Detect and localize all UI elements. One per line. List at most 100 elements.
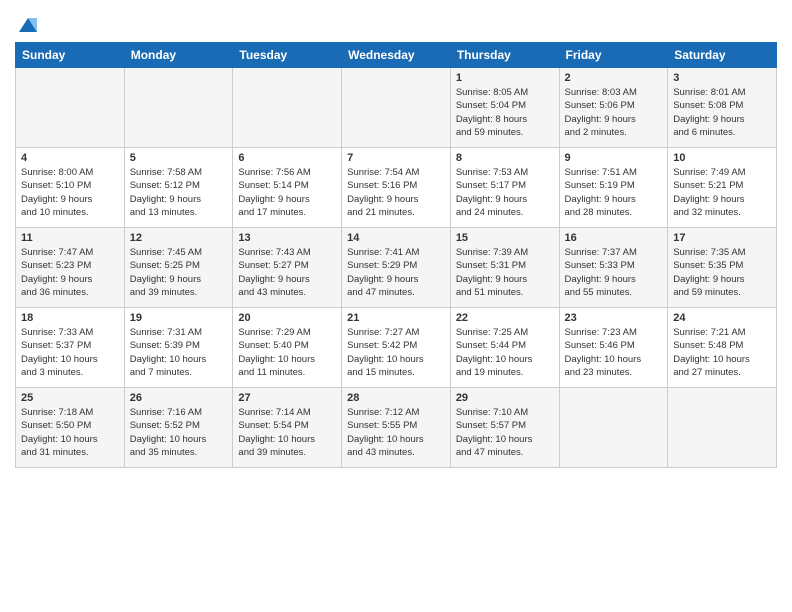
calendar-cell [16, 68, 125, 148]
calendar-cell: 16 Sunrise: 7:37 AM Sunset: 5:33 PM Dayli… [559, 228, 668, 308]
day-header-monday: Monday [124, 43, 233, 68]
calendar-cell: 24Sunrise: 7:21 AM Sunset: 5:48 PM Dayli… [668, 308, 777, 388]
day-info: Sunrise: 7:45 AM Sunset: 5:25 PM Dayligh… [130, 246, 228, 299]
day-header-thursday: Thursday [450, 43, 559, 68]
day-number: 24 [673, 312, 771, 324]
calendar-cell: 17 Sunrise: 7:35 AM Sunset: 5:35 PM Dayli… [668, 228, 777, 308]
day-number: 23 [565, 312, 663, 324]
day-number: 8 [456, 152, 554, 164]
day-number: 4 [21, 152, 119, 164]
day-info: Sunrise: 7:54 AM Sunset: 5:16 PM Dayligh… [347, 166, 445, 219]
day-info: Sunrise: 7:27 AM Sunset: 5:42 PM Dayligh… [347, 326, 445, 379]
day-number: 17 [673, 232, 771, 244]
day-info: Sunrise: 8:00 AM Sunset: 5:10 PM Dayligh… [21, 166, 119, 219]
calendar-cell: 2Sunrise: 8:03 AM Sunset: 5:06 PM Daylig… [559, 68, 668, 148]
calendar-cell: 12 Sunrise: 7:45 AM Sunset: 5:25 PM Dayli… [124, 228, 233, 308]
calendar-cell [668, 388, 777, 468]
calendar-cell: 14Sunrise: 7:41 AM Sunset: 5:29 PM Dayli… [342, 228, 451, 308]
calendar-week-row: 4 Sunrise: 8:00 AM Sunset: 5:10 PM Daylig… [16, 148, 777, 228]
day-number: 11 [21, 232, 119, 244]
logo-icon [17, 14, 39, 36]
calendar-cell: 5Sunrise: 7:58 AM Sunset: 5:12 PM Daylig… [124, 148, 233, 228]
logo [15, 14, 39, 34]
calendar-week-row: 25 Sunrise: 7:18 AM Sunset: 5:50 PM Dayli… [16, 388, 777, 468]
day-info: Sunrise: 7:51 AM Sunset: 5:19 PM Dayligh… [565, 166, 663, 219]
calendar-cell [559, 388, 668, 468]
calendar-cell: 13 Sunrise: 7:43 AM Sunset: 5:27 PM Dayli… [233, 228, 342, 308]
day-info: Sunrise: 7:12 AM Sunset: 5:55 PM Dayligh… [347, 406, 445, 459]
calendar-cell: 11 Sunrise: 7:47 AM Sunset: 5:23 PM Dayli… [16, 228, 125, 308]
day-number: 16 [565, 232, 663, 244]
page-container: SundayMondayTuesdayWednesdayThursdayFrid… [0, 0, 792, 473]
calendar-week-row: 18 Sunrise: 7:33 AM Sunset: 5:37 PM Dayli… [16, 308, 777, 388]
calendar-week-row: 1 Sunrise: 8:05 AM Sunset: 5:04 PM Daylig… [16, 68, 777, 148]
day-number: 7 [347, 152, 445, 164]
day-header-friday: Friday [559, 43, 668, 68]
day-number: 19 [130, 312, 228, 324]
day-header-sunday: Sunday [16, 43, 125, 68]
calendar-cell: 29 Sunrise: 7:10 AM Sunset: 5:57 PM Dayli… [450, 388, 559, 468]
calendar-cell: 9 Sunrise: 7:51 AM Sunset: 5:19 PM Daylig… [559, 148, 668, 228]
calendar-table: SundayMondayTuesdayWednesdayThursdayFrid… [15, 42, 777, 468]
day-number: 12 [130, 232, 228, 244]
calendar-cell: 4 Sunrise: 8:00 AM Sunset: 5:10 PM Daylig… [16, 148, 125, 228]
calendar-cell: 21 Sunrise: 7:27 AM Sunset: 5:42 PM Dayli… [342, 308, 451, 388]
day-info: Sunrise: 7:14 AM Sunset: 5:54 PM Dayligh… [238, 406, 336, 459]
calendar-cell: 7 Sunrise: 7:54 AM Sunset: 5:16 PM Daylig… [342, 148, 451, 228]
calendar-cell: 8 Sunrise: 7:53 AM Sunset: 5:17 PM Daylig… [450, 148, 559, 228]
day-info: Sunrise: 7:37 AM Sunset: 5:33 PM Dayligh… [565, 246, 663, 299]
day-number: 3 [673, 72, 771, 84]
calendar-cell: 27 Sunrise: 7:14 AM Sunset: 5:54 PM Dayli… [233, 388, 342, 468]
day-info: Sunrise: 8:01 AM Sunset: 5:08 PM Dayligh… [673, 86, 771, 139]
calendar-cell: 25 Sunrise: 7:18 AM Sunset: 5:50 PM Dayli… [16, 388, 125, 468]
calendar-cell: 3 Sunrise: 8:01 AM Sunset: 5:08 PM Daylig… [668, 68, 777, 148]
calendar-cell: 10 Sunrise: 7:49 AM Sunset: 5:21 PM Dayli… [668, 148, 777, 228]
calendar-cell: 20 Sunrise: 7:29 AM Sunset: 5:40 PM Dayli… [233, 308, 342, 388]
day-number: 27 [238, 392, 336, 404]
day-number: 13 [238, 232, 336, 244]
day-info: Sunrise: 7:29 AM Sunset: 5:40 PM Dayligh… [238, 326, 336, 379]
day-info: Sunrise: 7:10 AM Sunset: 5:57 PM Dayligh… [456, 406, 554, 459]
day-info: Sunrise: 7:31 AM Sunset: 5:39 PM Dayligh… [130, 326, 228, 379]
day-number: 28 [347, 392, 445, 404]
day-number: 25 [21, 392, 119, 404]
day-number: 21 [347, 312, 445, 324]
day-header-wednesday: Wednesday [342, 43, 451, 68]
day-number: 6 [238, 152, 336, 164]
day-info: Sunrise: 8:05 AM Sunset: 5:04 PM Dayligh… [456, 86, 554, 139]
calendar-cell: 1 Sunrise: 8:05 AM Sunset: 5:04 PM Daylig… [450, 68, 559, 148]
day-info: Sunrise: 7:18 AM Sunset: 5:50 PM Dayligh… [21, 406, 119, 459]
day-number: 14 [347, 232, 445, 244]
day-number: 9 [565, 152, 663, 164]
day-info: Sunrise: 7:47 AM Sunset: 5:23 PM Dayligh… [21, 246, 119, 299]
day-info: Sunrise: 7:43 AM Sunset: 5:27 PM Dayligh… [238, 246, 336, 299]
day-number: 15 [456, 232, 554, 244]
calendar-header-row: SundayMondayTuesdayWednesdayThursdayFrid… [16, 43, 777, 68]
day-info: Sunrise: 7:33 AM Sunset: 5:37 PM Dayligh… [21, 326, 119, 379]
day-info: Sunrise: 7:53 AM Sunset: 5:17 PM Dayligh… [456, 166, 554, 219]
day-number: 10 [673, 152, 771, 164]
calendar-cell: 22 Sunrise: 7:25 AM Sunset: 5:44 PM Dayli… [450, 308, 559, 388]
calendar-cell: 15 Sunrise: 7:39 AM Sunset: 5:31 PM Dayli… [450, 228, 559, 308]
day-info: Sunrise: 7:58 AM Sunset: 5:12 PM Dayligh… [130, 166, 228, 219]
calendar-cell [342, 68, 451, 148]
day-number: 26 [130, 392, 228, 404]
day-info: Sunrise: 7:56 AM Sunset: 5:14 PM Dayligh… [238, 166, 336, 219]
calendar-cell: 26Sunrise: 7:16 AM Sunset: 5:52 PM Dayli… [124, 388, 233, 468]
day-number: 22 [456, 312, 554, 324]
day-info: Sunrise: 7:35 AM Sunset: 5:35 PM Dayligh… [673, 246, 771, 299]
day-number: 20 [238, 312, 336, 324]
calendar-cell: 19 Sunrise: 7:31 AM Sunset: 5:39 PM Dayli… [124, 308, 233, 388]
day-number: 18 [21, 312, 119, 324]
day-number: 1 [456, 72, 554, 84]
calendar-cell: 28 Sunrise: 7:12 AM Sunset: 5:55 PM Dayli… [342, 388, 451, 468]
day-number: 29 [456, 392, 554, 404]
calendar-week-row: 11 Sunrise: 7:47 AM Sunset: 5:23 PM Dayli… [16, 228, 777, 308]
day-info: Sunrise: 7:49 AM Sunset: 5:21 PM Dayligh… [673, 166, 771, 219]
calendar-cell: 6 Sunrise: 7:56 AM Sunset: 5:14 PM Daylig… [233, 148, 342, 228]
day-info: Sunrise: 8:03 AM Sunset: 5:06 PM Dayligh… [565, 86, 663, 139]
day-info: Sunrise: 7:23 AM Sunset: 5:46 PM Dayligh… [565, 326, 663, 379]
day-info: Sunrise: 7:25 AM Sunset: 5:44 PM Dayligh… [456, 326, 554, 379]
calendar-cell: 18 Sunrise: 7:33 AM Sunset: 5:37 PM Dayli… [16, 308, 125, 388]
day-info: Sunrise: 7:39 AM Sunset: 5:31 PM Dayligh… [456, 246, 554, 299]
